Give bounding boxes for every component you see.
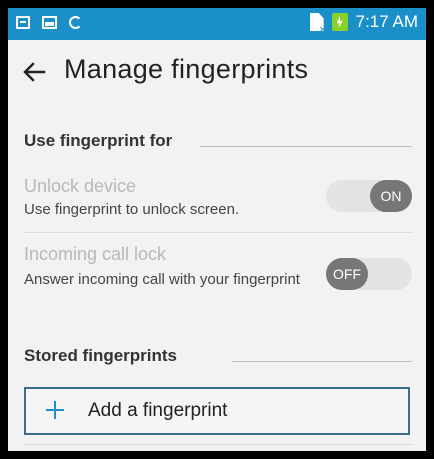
section-divider — [232, 361, 412, 362]
setting-unlock-desc: Use fingerprint to unlock screen. — [24, 201, 240, 218]
battery-charging-icon — [331, 13, 348, 31]
setting-unlock-title: Unlock device — [24, 176, 137, 196]
toggle-knob: ON — [370, 180, 412, 212]
section-header-stored: Stored fingerprints — [24, 346, 178, 365]
message-icon — [16, 16, 30, 29]
status-time: 7:17 AM — [355, 12, 418, 31]
add-fingerprint-label: Add a fingerprint — [88, 400, 228, 421]
app-bar: Manage fingerprints — [8, 40, 426, 104]
row-divider — [24, 444, 412, 445]
sim-missing-icon — [309, 13, 324, 31]
plus-icon — [44, 399, 66, 421]
section-header-use-for: Use fingerprint for — [24, 131, 173, 150]
section-divider — [200, 146, 412, 147]
image-icon — [42, 16, 57, 29]
back-arrow-icon[interactable] — [22, 60, 46, 84]
status-right: 7:17 AM — [309, 12, 418, 32]
page-title: Manage fingerprints — [64, 54, 309, 84]
toggle-knob: OFF — [326, 258, 368, 290]
row-divider — [24, 232, 412, 233]
setting-call-lock-desc: Answer incoming call with your fingerpri… — [24, 271, 300, 288]
incoming-call-lock-toggle[interactable]: OFF — [326, 258, 412, 290]
status-left-icons — [16, 16, 82, 29]
setting-call-lock-title: Incoming call lock — [24, 244, 167, 264]
unlock-device-toggle[interactable]: ON — [326, 180, 412, 212]
add-fingerprint-button[interactable]: Add a fingerprint — [24, 387, 410, 435]
sync-icon — [69, 16, 82, 29]
status-bar: 7:17 AM — [8, 8, 426, 40]
